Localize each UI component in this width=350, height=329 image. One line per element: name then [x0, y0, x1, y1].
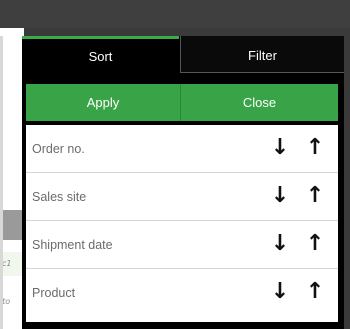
sort-row-sales-site: Sales site ↓ ↑ [26, 173, 338, 221]
sort-field-label: Product [32, 286, 76, 300]
sort-ascending-icon[interactable]: ↑ [305, 277, 325, 307]
sort-descending-icon[interactable]: ↓ [270, 229, 290, 259]
sort-row-order-no: Order no. ↓ ↑ [26, 125, 338, 173]
apply-button[interactable]: Apply [26, 84, 181, 121]
app-topbar [0, 0, 350, 28]
sort-field-list: Order no. ↓ ↑ Sales site ↓ ↑ Shipment da… [26, 125, 338, 322]
sort-filter-popup: Sort Filter Apply Close Order no. ↓ ↑ Sa… [22, 36, 344, 329]
tab-filter[interactable]: Filter [180, 36, 344, 73]
tab-bar: Sort Filter [22, 36, 344, 73]
grid-header [0, 210, 24, 240]
grid-row[interactable]: c1 [0, 252, 24, 276]
sort-ascending-icon[interactable]: ↑ [305, 181, 325, 211]
background-grid: c1 sto [0, 28, 24, 329]
grid-row[interactable]: sto [0, 290, 24, 314]
tab-sort[interactable]: Sort [22, 36, 179, 73]
sort-descending-icon[interactable]: ↓ [270, 277, 290, 307]
sort-row-shipment-date: Shipment date ↓ ↑ [26, 221, 338, 269]
sort-field-label: Order no. [32, 142, 85, 156]
sort-field-label: Sales site [32, 190, 87, 204]
sort-descending-icon[interactable]: ↓ [270, 181, 290, 211]
sort-descending-icon[interactable]: ↓ [270, 133, 290, 163]
sort-ascending-icon[interactable]: ↑ [305, 229, 325, 259]
sort-field-label: Shipment date [32, 238, 113, 252]
sort-row-product: Product ↓ ↑ [26, 269, 338, 317]
sort-ascending-icon[interactable]: ↑ [305, 133, 325, 163]
close-button[interactable]: Close [181, 84, 338, 121]
action-bar: Apply Close [26, 84, 338, 121]
scroll-edge [0, 36, 3, 329]
